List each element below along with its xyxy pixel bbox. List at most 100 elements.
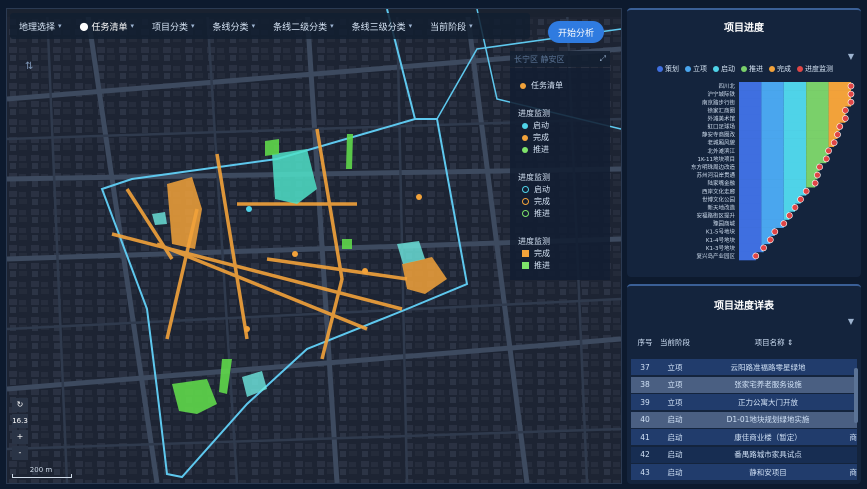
monitor-marker[interactable]	[771, 228, 779, 235]
bar-segment[interactable]	[739, 138, 762, 148]
bar-segment[interactable]	[761, 82, 784, 91]
bar-segment[interactable]	[828, 98, 851, 107]
legend-task-list[interactable]: 任务清单	[520, 80, 563, 91]
toolbar-project-category[interactable]: 项目分类 ▾	[143, 13, 204, 39]
legend-item[interactable]: 完成	[522, 132, 549, 143]
zoom-in-button[interactable]: +	[12, 430, 28, 444]
legend-item[interactable]: 完成	[522, 196, 550, 207]
bar-segment[interactable]	[783, 82, 807, 91]
collapse-icon[interactable]: ▼	[848, 317, 854, 326]
bar-segment[interactable]	[739, 243, 762, 253]
bar-segment[interactable]	[783, 106, 807, 115]
bar-segment[interactable]	[761, 114, 784, 123]
bar-segment[interactable]	[761, 219, 784, 228]
reset-rotation-button[interactable]: ↻	[12, 398, 28, 412]
bar-segment[interactable]	[806, 106, 829, 115]
bar-segment[interactable]	[739, 187, 762, 196]
table-row[interactable]: 41 启动 康佳商业楼（暂定）商	[631, 429, 857, 445]
table-row[interactable]: 40 启动 D1-01地块规划绿地实施	[631, 411, 857, 428]
bar-segment[interactable]	[739, 90, 762, 99]
bar-segment[interactable]	[739, 146, 762, 156]
toolbar-line-category[interactable]: 条线分类 ▾	[204, 13, 265, 39]
zoom-out-button[interactable]: -	[12, 446, 28, 460]
bar-segment[interactable]	[739, 179, 762, 188]
monitor-marker[interactable]	[802, 187, 810, 195]
legend-item[interactable]: 完成	[522, 248, 550, 259]
table-row[interactable]: 39 立项 正力公寓大门开放	[631, 394, 857, 410]
bar-segment[interactable]	[806, 114, 829, 123]
bar-segment[interactable]	[783, 138, 807, 148]
bar-segment[interactable]	[761, 130, 784, 139]
bar-segment[interactable]	[828, 90, 851, 99]
layers-icon[interactable]: ⇅	[25, 61, 33, 72]
bar-segment[interactable]	[761, 211, 784, 220]
monitor-marker[interactable]	[847, 90, 855, 98]
bar-segment[interactable]	[761, 106, 784, 115]
table-row[interactable]: 38 立项 张家宅养老服务设施	[631, 376, 857, 393]
toolbar-task-list[interactable]: ⬤ 任务清单 ▾	[71, 13, 143, 39]
bar-segment[interactable]	[739, 162, 762, 172]
legend-item[interactable]: 推进	[522, 260, 550, 271]
monitor-marker[interactable]	[825, 147, 832, 155]
bar-segment[interactable]	[739, 122, 762, 131]
monitor-marker[interactable]	[816, 163, 823, 171]
bar-segment[interactable]	[783, 130, 807, 139]
col-index[interactable]: 序号	[631, 337, 659, 348]
bar-segment[interactable]	[761, 138, 784, 148]
bar-segment[interactable]	[806, 122, 829, 131]
bar-segment[interactable]	[761, 179, 784, 188]
legend-item[interactable]: 推进	[522, 208, 550, 219]
start-analysis-button[interactable]: 开始分析	[548, 21, 604, 43]
bar-segment[interactable]	[739, 171, 762, 180]
monitor-marker[interactable]	[752, 252, 760, 260]
bar-segment[interactable]	[761, 195, 784, 204]
monitor-marker[interactable]	[780, 220, 788, 227]
bar-segment[interactable]	[806, 82, 829, 91]
bar-segment[interactable]	[783, 171, 807, 180]
expand-icon[interactable]: ⤢	[600, 54, 606, 64]
table-scrollbar[interactable]	[854, 368, 858, 423]
bar-segment[interactable]	[828, 82, 851, 91]
bar-segment[interactable]	[806, 130, 829, 139]
bar-segment[interactable]	[761, 122, 784, 131]
monitor-marker[interactable]	[811, 179, 819, 187]
table-row[interactable]: 42 启动 番禺路城市家具试点	[631, 446, 857, 463]
bar-segment[interactable]	[739, 195, 762, 204]
toolbar-line-subcategory[interactable]: 条线二级分类 ▾	[264, 13, 343, 39]
monitor-marker[interactable]	[842, 115, 849, 122]
legend-item[interactable]: 启动	[522, 184, 550, 195]
bar-segment[interactable]	[783, 154, 807, 164]
bar-segment[interactable]	[761, 90, 784, 99]
toolbar-line-third-category[interactable]: 条线三级分类 ▾	[343, 13, 422, 39]
monitor-marker[interactable]	[842, 107, 849, 114]
collapse-icon[interactable]: ▼	[848, 52, 854, 61]
bar-segment[interactable]	[761, 171, 784, 180]
bar-segment[interactable]	[761, 203, 784, 212]
bar-segment[interactable]	[783, 90, 807, 99]
bar-segment[interactable]	[739, 82, 762, 91]
bar-segment[interactable]	[783, 187, 807, 196]
monitor-marker[interactable]	[786, 212, 793, 219]
bar-segment[interactable]	[761, 162, 784, 172]
monitor-marker[interactable]	[823, 155, 830, 163]
monitor-marker[interactable]	[791, 204, 799, 211]
bar-segment[interactable]	[739, 130, 762, 139]
bar-segment[interactable]	[739, 114, 762, 123]
bar-segment[interactable]	[783, 98, 807, 107]
monitor-marker[interactable]	[834, 131, 841, 138]
bar-segment[interactable]	[783, 146, 807, 156]
district-selector[interactable]: 长宁区 静安区 ⤢	[510, 51, 610, 67]
bar-segment[interactable]	[739, 98, 762, 107]
monitor-marker[interactable]	[830, 139, 838, 146]
bar-segment[interactable]	[739, 203, 762, 212]
bar-segment[interactable]	[806, 146, 829, 156]
bar-segment[interactable]	[806, 138, 829, 148]
bar-segment[interactable]	[783, 162, 807, 172]
col-stage[interactable]: 当前阶段	[659, 337, 691, 348]
bar-segment[interactable]	[806, 98, 829, 107]
bar-segment[interactable]	[739, 106, 762, 115]
bar-segment[interactable]	[761, 187, 784, 196]
bar-segment[interactable]	[739, 154, 762, 164]
legend-item[interactable]: 推进	[522, 144, 549, 155]
monitor-marker[interactable]	[836, 123, 844, 130]
